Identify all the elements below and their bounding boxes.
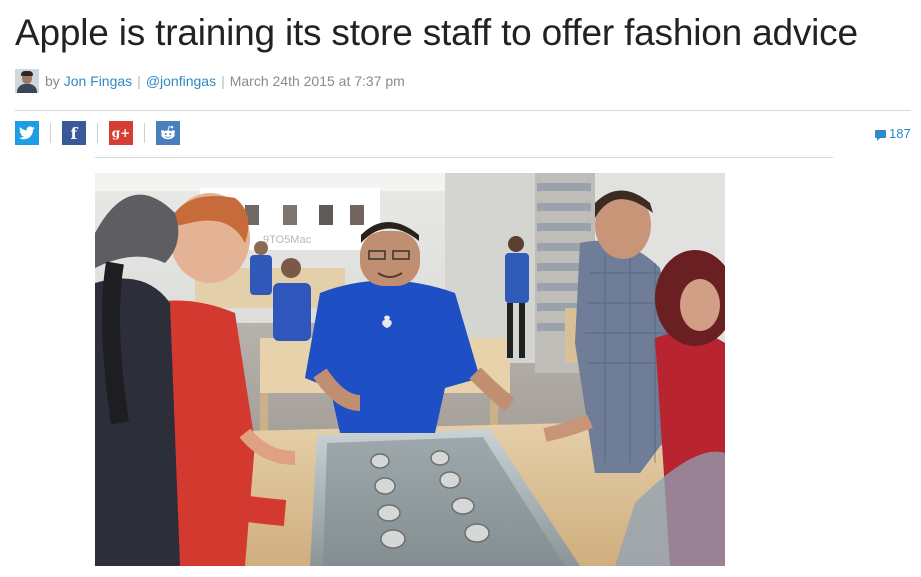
comments-link[interactable]: 187 xyxy=(875,126,911,141)
share-divider xyxy=(144,123,145,143)
google-plus-icon: g+ xyxy=(111,126,131,140)
byline-by: by xyxy=(45,73,60,89)
publish-date: March 24th 2015 at 7:37 pm xyxy=(229,73,405,89)
author-link[interactable]: Jon Fingas xyxy=(64,73,132,89)
share-bar: f g+ xyxy=(15,121,180,145)
byline-separator: | xyxy=(137,73,141,89)
article-hero-image: 9TO5Mac xyxy=(95,173,725,566)
article-title: Apple is training its store staff to off… xyxy=(15,12,858,53)
twitter-share-button[interactable] xyxy=(15,121,39,145)
author-avatar[interactable] xyxy=(15,69,39,93)
facebook-icon: f xyxy=(70,123,78,143)
reddit-icon xyxy=(161,125,175,140)
comment-icon xyxy=(875,129,886,141)
google-plus-share-button[interactable]: g+ xyxy=(109,121,133,145)
twitter-icon xyxy=(19,126,35,140)
comment-count: 187 xyxy=(889,126,911,141)
divider xyxy=(95,157,833,158)
facebook-share-button[interactable]: f xyxy=(62,121,86,145)
byline-separator: | xyxy=(221,73,225,89)
divider xyxy=(15,110,911,111)
byline: by Jon Fingas | @jonfingas | March 24th … xyxy=(15,68,405,94)
author-handle-link[interactable]: @jonfingas xyxy=(146,73,216,89)
share-divider xyxy=(97,123,98,143)
share-divider xyxy=(50,123,51,143)
watermark-text: 9TO5Mac xyxy=(263,234,312,246)
reddit-share-button[interactable] xyxy=(156,121,180,145)
